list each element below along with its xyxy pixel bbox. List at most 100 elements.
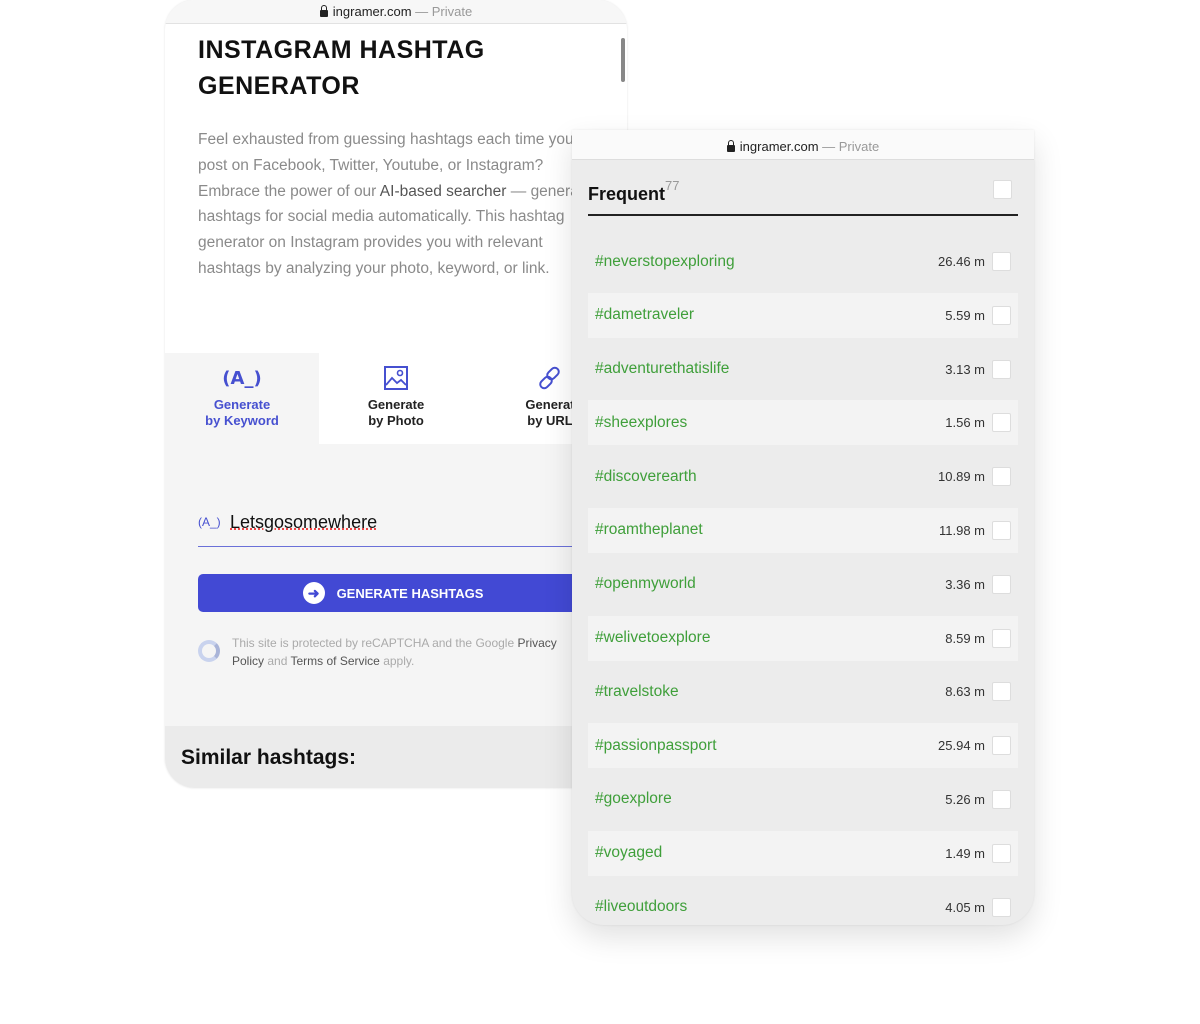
desc-line: post on Facebook, Twitter, Youtube, or I… <box>198 156 544 174</box>
hashtag-row[interactable]: #voyaged 1.49 m <box>588 830 1018 876</box>
hashtag-label[interactable]: #roamtheplanet <box>595 521 939 539</box>
hashtag-post-count: 8.59 m <box>945 630 985 646</box>
url-domain: ingramer.com <box>332 4 412 19</box>
hashtag-post-count: 25.94 m <box>938 738 985 754</box>
lock-icon <box>726 140 735 152</box>
hashtag-label[interactable]: #openmyworld <box>595 575 945 593</box>
hashtag-post-count: 5.26 m <box>945 791 985 807</box>
hashtag-checkbox[interactable] <box>992 628 1011 648</box>
url-bar[interactable]: ingramer.com — Private <box>165 0 627 24</box>
recaptcha-icon <box>198 640 220 662</box>
scrollbar[interactable] <box>621 38 625 82</box>
hashtag-label[interactable]: #liveoutdoors <box>595 898 945 916</box>
url-bar[interactable]: ingramer.com — Private <box>572 130 1034 160</box>
desc-line: hashtags for social media automatically.… <box>198 208 565 226</box>
hashtag-post-count: 5.59 m <box>945 307 985 323</box>
svg-text:(A_): (A_) <box>222 368 261 389</box>
hashtag-label[interactable]: #sheexplores <box>595 414 945 432</box>
hashtag-post-count: 26.46 m <box>938 254 985 269</box>
frequent-header: Frequent 77 <box>588 174 1018 216</box>
terms-link[interactable]: Terms of Service <box>291 654 380 668</box>
hashtag-checkbox[interactable] <box>992 359 1011 379</box>
hashtag-label[interactable]: #discoverearth <box>595 468 938 486</box>
hashtag-post-count: 3.13 m <box>945 361 985 377</box>
hashtag-post-count: 8.63 m <box>945 684 985 700</box>
page-title: INSTAGRAM HASHTAG GENERATOR <box>198 32 485 104</box>
recaptcha-text-part: and <box>264 654 291 668</box>
privacy-link[interactable]: Privacy <box>517 636 556 650</box>
frequent-hashtags-window: ingramer.com — Private Frequent 77 #neve… <box>572 130 1034 925</box>
hashtag-post-count: 4.05 m <box>945 899 985 915</box>
hashtag-checkbox[interactable] <box>992 520 1011 540</box>
recaptcha-text-part: apply. <box>379 654 415 668</box>
hashtag-post-count: 3.36 m <box>945 576 985 592</box>
hashtag-checkbox[interactable] <box>992 252 1011 271</box>
hashtag-label[interactable]: #goexplore <box>595 790 945 808</box>
tab-label: Generate <box>213 397 271 412</box>
hashtag-row[interactable]: #discoverearth 10.89 m <box>588 454 1018 499</box>
tab-keyword[interactable]: (A_) Generate by Keyword <box>165 353 319 444</box>
hashtag-checkbox[interactable] <box>992 789 1011 809</box>
recaptcha-text: This site is protected by reCAPTCHA and … <box>232 634 578 670</box>
hashtag-checkbox[interactable] <box>992 305 1011 325</box>
title-line: GENERATOR <box>198 72 360 100</box>
hashtag-label[interactable]: #travelstoke <box>595 683 945 701</box>
hashtag-label[interactable]: #passionpassport <box>595 737 938 755</box>
keyword-icon: (A_) <box>198 515 221 529</box>
arrow-right-icon: ➜ <box>302 582 325 604</box>
hashtag-checkbox[interactable] <box>992 413 1011 433</box>
keyword-input[interactable]: (A_) Letsgosomewhere <box>198 512 578 547</box>
hashtag-row[interactable]: #openmyworld 3.36 m <box>588 562 1018 607</box>
link-icon <box>539 366 560 390</box>
hashtag-generator-window: ingramer.com — Private INSTAGRAM HASHTAG… <box>165 0 627 788</box>
image-icon <box>384 366 408 390</box>
hashtag-checkbox[interactable] <box>992 467 1011 487</box>
similar-hashtags-heading: Similar hashtags: <box>165 726 627 788</box>
desc-line: Embrace the power of our AI-based search… <box>198 179 618 205</box>
hashtag-post-count: 1.56 m <box>945 415 985 431</box>
hashtag-checkbox[interactable] <box>992 736 1011 756</box>
hashtag-checkbox[interactable] <box>992 843 1011 863</box>
hashtag-row[interactable]: #welivetoexplore 8.59 m <box>588 615 1018 661</box>
desc-text: Embrace the power of our <box>198 182 380 200</box>
hashtag-label[interactable]: #adventurethatislife <box>595 360 945 378</box>
hashtag-row[interactable]: #passionpassport 25.94 m <box>588 723 1018 769</box>
generator-tabs: (A_) Generate by Keyword Generate by Photo… <box>165 353 627 444</box>
hashtag-row[interactable]: #neverstopexploring 26.46 m <box>588 239 1018 284</box>
url-domain: ingramer.com <box>739 139 819 154</box>
description: Feel exhausted from guessing hashtags ea… <box>198 127 618 282</box>
hashtag-label[interactable]: #neverstopexploring <box>595 253 938 271</box>
desc-text: — genera <box>506 182 579 200</box>
desc-bold: AI-based searcher <box>379 182 507 200</box>
hashtag-post-count: 10.89 m <box>938 469 985 485</box>
hashtag-row[interactable]: #liveoutdoors 4.05 m <box>588 885 1018 925</box>
keyword-value[interactable]: Letsgosomewhere <box>230 512 377 533</box>
privacy-link[interactable]: Policy <box>232 654 264 668</box>
hashtag-label[interactable]: #dametraveler <box>595 306 945 324</box>
hashtag-list: #neverstopexploring 26.46 m #dametraveler 5… <box>588 239 1018 925</box>
url-private: — Private <box>818 139 880 154</box>
select-all-checkbox[interactable] <box>993 180 1012 199</box>
recaptcha-text-part: This site is protected by reCAPTCHA and … <box>232 636 518 650</box>
tab-photo[interactable]: Generate by Photo <box>319 353 473 444</box>
generate-hashtags-button[interactable]: ➜ GENERATE HASHTAGS <box>198 574 588 612</box>
tab-label: Generate <box>367 397 425 412</box>
hashtag-checkbox[interactable] <box>992 682 1011 702</box>
tab-label: by Photo <box>368 413 424 428</box>
hashtag-post-count: 11.98 m <box>938 522 985 538</box>
recaptcha-notice: This site is protected by reCAPTCHA and … <box>198 634 578 670</box>
hashtag-row[interactable]: #adventurethatislife 3.13 m <box>588 347 1018 392</box>
lock-icon <box>319 5 328 17</box>
hashtag-row[interactable]: #roamtheplanet 11.98 m <box>588 507 1018 553</box>
title-line: INSTAGRAM HASHTAG <box>198 36 485 64</box>
hashtag-row[interactable]: #goexplore 5.26 m <box>588 777 1018 822</box>
frequent-title: Frequent <box>588 184 666 204</box>
hashtag-row[interactable]: #sheexplores 1.56 m <box>588 400 1018 446</box>
hashtag-row[interactable]: #dametraveler 5.59 m <box>588 292 1018 338</box>
hashtag-label[interactable]: #voyaged <box>595 844 945 862</box>
hashtag-checkbox[interactable] <box>992 897 1011 917</box>
hashtag-label[interactable]: #welivetoexplore <box>595 629 945 647</box>
hashtag-checkbox[interactable] <box>992 574 1011 594</box>
hashtag-row[interactable]: #travelstoke 8.63 m <box>588 669 1018 714</box>
desc-line: Feel exhausted from guessing hashtags ea… <box>198 131 574 148</box>
